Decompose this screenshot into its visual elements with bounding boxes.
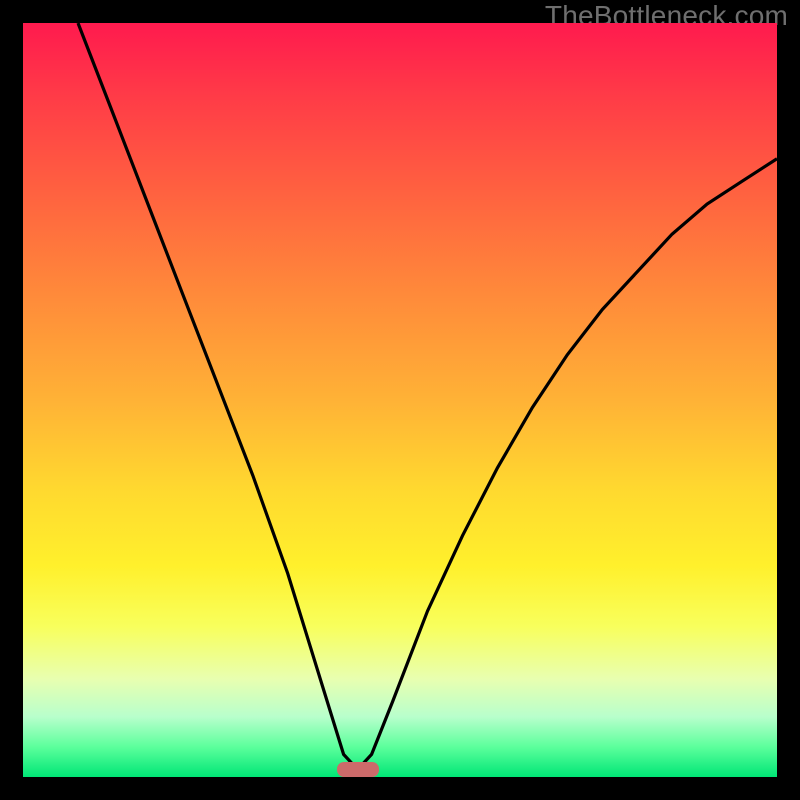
bottleneck-curve (23, 23, 777, 777)
chart-frame: TheBottleneck.com (0, 0, 800, 800)
optimum-marker (337, 762, 379, 777)
curve-path (78, 23, 777, 770)
plot-area (23, 23, 777, 777)
